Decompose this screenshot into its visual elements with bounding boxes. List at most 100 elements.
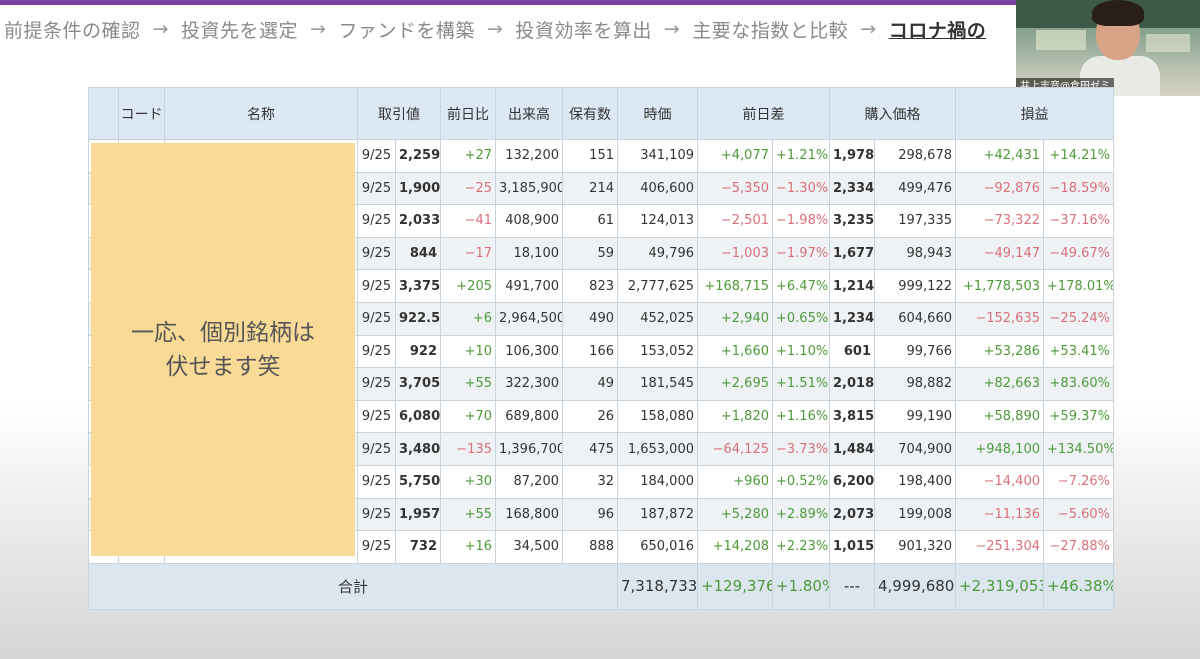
- cell-date: 9/25: [357, 236, 396, 271]
- cell-diff: +4,077: [697, 139, 773, 173]
- cell-diff-pct: +1.10%: [772, 334, 830, 369]
- cell-market-value: 158,080: [617, 399, 698, 434]
- cell-price: 6,080: [395, 399, 441, 434]
- cell-change: −135: [440, 432, 496, 466]
- cell-profit-pct: +178.01%: [1043, 269, 1114, 303]
- cell-buy-price: 1,234: [829, 301, 875, 336]
- breadcrumb-step: 前提条件の確認: [4, 19, 141, 42]
- cell-holdings: 888: [562, 530, 618, 564]
- cell-volume: 689,800: [495, 399, 563, 434]
- cell-profit-pct: −37.16%: [1043, 204, 1114, 238]
- cell-buy-total: 199,008: [874, 497, 956, 532]
- cell-change: +16: [440, 530, 496, 564]
- cell-change: +6: [440, 301, 496, 336]
- cell-profit-pct: −25.24%: [1043, 301, 1114, 336]
- cell-diff: +5,280: [697, 497, 773, 532]
- cell-price: 2,259: [395, 139, 441, 173]
- breadcrumb-step: 投資先を選定: [180, 19, 298, 42]
- cell-profit-pct: +83.60%: [1043, 367, 1114, 401]
- cell-profit-pct: +59.37%: [1043, 399, 1114, 434]
- presenter-video[interactable]: 井上志音@倉田ゼミ: [1016, 0, 1200, 96]
- cell-buy-price: 1,677: [829, 236, 875, 271]
- cell-holdings: 96: [562, 497, 618, 532]
- arrow-right-icon: →: [309, 18, 327, 40]
- cell-volume: 168,800: [495, 497, 563, 532]
- cell-price: 1,900: [395, 171, 441, 206]
- cell-change: +27: [440, 139, 496, 173]
- cell-market-value: 452,025: [617, 301, 698, 336]
- cell-price: 922.5: [395, 301, 441, 336]
- cell-diff-pct: +0.52%: [772, 464, 830, 499]
- cell-date: 9/25: [357, 301, 396, 336]
- cell-diff-pct: −1.98%: [772, 204, 830, 238]
- arrow-right-icon: →: [486, 18, 504, 40]
- breadcrumb-step: 投資効率を算出: [515, 19, 652, 42]
- cell-diff: +1,660: [697, 334, 773, 369]
- cell-date: 9/25: [357, 204, 396, 238]
- header-name: 名称: [164, 87, 358, 140]
- cell-market-value: 187,872: [617, 497, 698, 532]
- overlay-line-1: 一応、個別銘柄は: [131, 319, 315, 346]
- cell-diff: +2,940: [697, 301, 773, 336]
- arrow-right-icon: →: [860, 18, 877, 40]
- cell-profit-pct: +53.41%: [1043, 334, 1114, 369]
- cell-diff-pct: −1.97%: [772, 236, 830, 271]
- cell-diff-pct: −3.73%: [772, 432, 830, 466]
- cell-diff: +14,208: [697, 530, 773, 564]
- cell-buy-price: 1,484: [829, 432, 875, 466]
- cell-volume: 106,300: [495, 334, 563, 369]
- total-buy-price: ---: [829, 562, 875, 610]
- breadcrumb-step: 主要な指数と比較: [692, 19, 849, 42]
- cell-volume: 2,964,500: [495, 301, 563, 336]
- header-market-value: 時価: [617, 87, 698, 140]
- cell-holdings: 214: [562, 171, 618, 206]
- total-market-value: 7,318,733: [617, 562, 698, 610]
- table-header-row: コード 名称 取引値 前日比 出来高 保有数 時価 前日差 購入価格 損益: [88, 87, 1114, 140]
- cell-diff-pct: +1.51%: [772, 367, 830, 401]
- cell-profit: −73,322: [955, 204, 1044, 238]
- cell-diff-pct: +0.65%: [772, 301, 830, 336]
- cell-profit: +948,100: [955, 432, 1044, 466]
- cell-holdings: 49: [562, 367, 618, 401]
- header-volume: 出来高: [495, 87, 563, 140]
- cell-change: +55: [440, 367, 496, 401]
- cell-change: +205: [440, 269, 496, 303]
- cell-holdings: 26: [562, 399, 618, 434]
- cell-diff: −1,003: [697, 236, 773, 271]
- cell-date: 9/25: [357, 171, 396, 206]
- cell-profit: +53,286: [955, 334, 1044, 369]
- cell-profit-pct: +14.21%: [1043, 139, 1114, 173]
- cell-volume: 491,700: [495, 269, 563, 303]
- breadcrumb-current-step: コロナ禍の: [888, 19, 987, 42]
- header-blank: [88, 87, 119, 140]
- cell-profit: −14,400: [955, 464, 1044, 499]
- header-change: 前日比: [440, 87, 496, 140]
- cell-market-value: 124,013: [617, 204, 698, 238]
- cell-profit-pct: −5.60%: [1043, 497, 1114, 532]
- header-trade-price: 取引値: [357, 87, 441, 140]
- cell-buy-price: 1,214: [829, 269, 875, 303]
- cell-buy-total: 99,766: [874, 334, 956, 369]
- cell-buy-total: 198,400: [874, 464, 956, 499]
- cell-market-value: 406,600: [617, 171, 698, 206]
- cell-market-value: 1,653,000: [617, 432, 698, 466]
- cell-change: −25: [440, 171, 496, 206]
- cell-diff: −5,350: [697, 171, 773, 206]
- cell-volume: 322,300: [495, 367, 563, 401]
- cell-profit-pct: −27.88%: [1043, 530, 1114, 564]
- cell-buy-total: 197,335: [874, 204, 956, 238]
- cell-diff: −64,125: [697, 432, 773, 466]
- cell-change: +30: [440, 464, 496, 499]
- cell-date: 9/25: [357, 399, 396, 434]
- cell-buy-total: 704,900: [874, 432, 956, 466]
- portfolio-table-container: コード 名称 取引値 前日比 出来高 保有数 時価 前日差 購入価格 損益 9/…: [88, 87, 1114, 610]
- cell-buy-price: 2,018: [829, 367, 875, 401]
- cell-market-value: 184,000: [617, 464, 698, 499]
- cell-buy-price: 2,073: [829, 497, 875, 532]
- cell-change: +55: [440, 497, 496, 532]
- cell-profit: −11,136: [955, 497, 1044, 532]
- cell-price: 2,033: [395, 204, 441, 238]
- cell-volume: 34,500: [495, 530, 563, 564]
- header-purchase: 購入価格: [829, 87, 956, 140]
- cell-profit-pct: −7.26%: [1043, 464, 1114, 499]
